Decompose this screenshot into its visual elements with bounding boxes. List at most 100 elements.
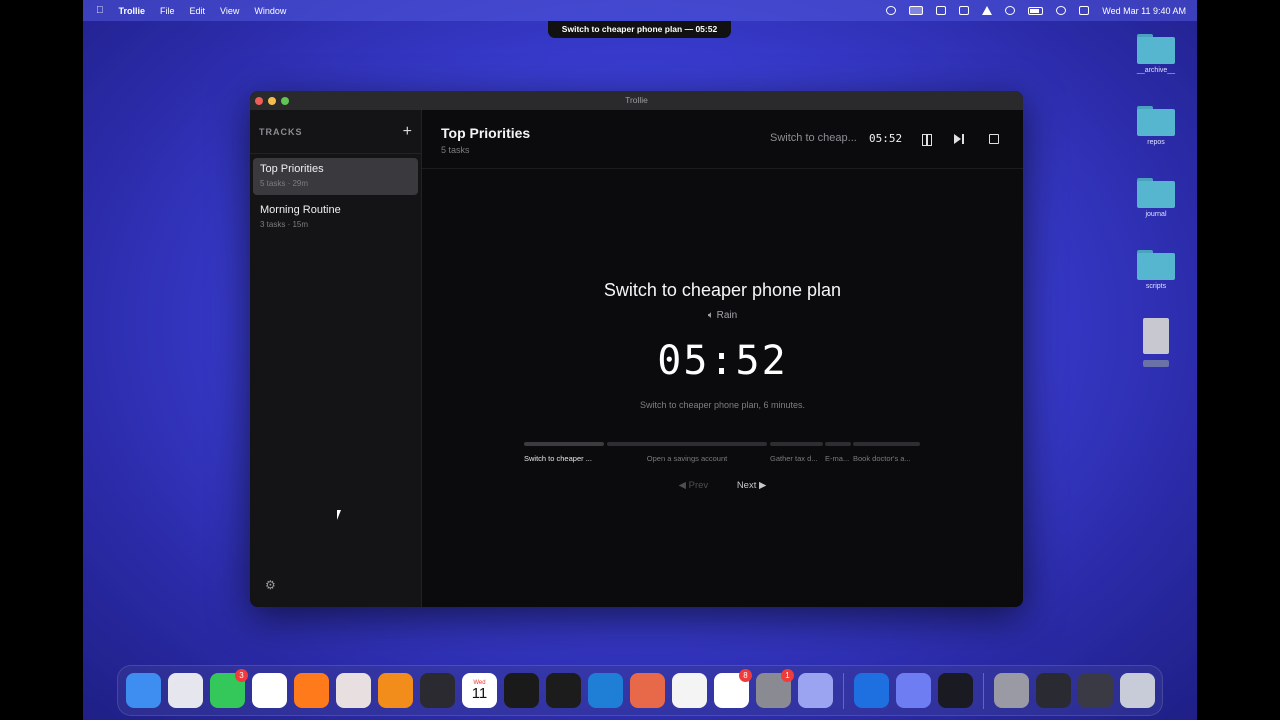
task-segment[interactable]: Book doctor's a... [853, 442, 920, 463]
reminders-icon[interactable]: 8 [714, 669, 752, 708]
window-thumb2-icon[interactable] [1078, 673, 1113, 708]
desktop:  Trollie File Edit View Window Wed Mar … [83, 0, 1197, 720]
add-track-button[interactable]: + [403, 123, 412, 140]
gear-icon[interactable]: ⚙ [265, 578, 276, 592]
ambient-sound[interactable]: 🔈︎ Rain [422, 310, 1023, 321]
document-icon [1143, 318, 1169, 354]
task-segment[interactable]: E-ma... [825, 442, 851, 463]
firefox-icon[interactable] [294, 673, 329, 708]
wifi-icon[interactable] [1005, 6, 1016, 15]
dock-separator [983, 672, 984, 709]
speaker-icon: 🔈︎ [707, 310, 714, 321]
menu-edit[interactable]: Edit [190, 6, 206, 16]
track-item-morning-routine[interactable]: Morning Routine 3 tasks · 15m [253, 199, 418, 236]
chrome-icon[interactable] [252, 673, 287, 708]
segment-label: Switch to cheaper ... [524, 454, 592, 463]
track-meta: 3 tasks · 15m [260, 220, 309, 229]
prev-label: Prev [688, 480, 709, 491]
battery-icon[interactable] [1028, 6, 1044, 15]
status-app-icon[interactable] [909, 6, 924, 15]
menu-app-name[interactable]: Trollie [119, 6, 146, 16]
trash-icon[interactable] [1120, 673, 1155, 708]
trollie-window: Trollie TRACKS + Top Priorities 5 tasks … [250, 91, 1023, 607]
task-segment[interactable]: Switch to cheaper ... [524, 442, 604, 463]
menu-bar:  Trollie File Edit View Window Wed Mar … [83, 0, 1197, 21]
segment-bar [853, 442, 920, 446]
simulator-icon[interactable] [798, 673, 833, 708]
screenshot-thumb-icon[interactable] [994, 673, 1029, 708]
task-navigation: ◀︎ Prev Next ▶︎ [422, 480, 1023, 491]
finder-icon[interactable] [126, 673, 161, 708]
launchpad-icon[interactable] [168, 673, 203, 708]
pause-icon[interactable] [919, 132, 933, 146]
messages-icon[interactable]: 3 [210, 669, 248, 708]
mouse-pointer-icon [337, 510, 345, 520]
skip-forward-icon[interactable] [952, 132, 966, 146]
menu-file[interactable]: File [160, 6, 175, 16]
desktop-folder-repos[interactable]: repos [1131, 106, 1181, 146]
track-title: Top Priorities [441, 125, 531, 141]
segment-label: Open a savings account [646, 454, 728, 463]
vlc-icon[interactable] [378, 673, 413, 708]
desktop-folder-journal[interactable]: journal [1131, 178, 1181, 218]
status-triangle-icon[interactable] [982, 6, 993, 15]
vscode-icon[interactable] [588, 673, 623, 708]
menu-window[interactable]: Window [254, 6, 286, 16]
desktop-folder-archive[interactable]: __archive__ [1131, 34, 1181, 74]
stop-icon[interactable] [987, 132, 1001, 146]
menu-clock[interactable]: Wed Mar 11 9:40 AM [1102, 6, 1186, 16]
window-title: Trollie [625, 95, 648, 105]
dock: 3 Wed 11 8 1 [117, 665, 1163, 716]
segment-label: Gather tax d... [770, 454, 818, 463]
chatgpt-icon[interactable] [672, 673, 707, 708]
task-progress-segments: Switch to cheaper ... Open a savings acc… [524, 442, 920, 472]
system-settings-icon[interactable]: 1 [756, 669, 794, 708]
desktop-document-selected[interactable] [1131, 318, 1181, 372]
pen-app-icon[interactable] [504, 673, 539, 708]
control-center-icon[interactable] [1079, 6, 1090, 15]
menu-view[interactable]: View [220, 6, 239, 16]
countdown-timer: 05:52 [657, 338, 788, 384]
track-meta: 5 tasks · 29m [260, 179, 309, 188]
quicktime-icon[interactable] [854, 673, 889, 708]
window-thumb-icon[interactable] [1036, 673, 1071, 708]
desktop-document-label [1143, 360, 1169, 367]
segment-bar [825, 442, 851, 446]
prev-button[interactable]: ◀︎ Prev [679, 480, 709, 491]
calendar-icon[interactable]: Wed 11 [462, 673, 497, 708]
app-dark-icon[interactable] [420, 673, 455, 708]
notification-badge: 8 [739, 669, 752, 682]
next-button[interactable]: Next ▶︎ [737, 480, 767, 491]
cube-app-icon[interactable] [546, 673, 581, 708]
apple-icon[interactable]:  [96, 5, 104, 16]
window-close-button[interactable] [255, 97, 263, 105]
track-item-top-priorities[interactable]: Top Priorities 5 tasks · 29m [253, 158, 418, 195]
obs-icon[interactable] [938, 673, 973, 708]
task-segment[interactable]: Gather tax d... [770, 442, 823, 463]
dropbox-icon[interactable] [936, 6, 947, 15]
status-sync-icon[interactable] [886, 6, 897, 15]
claude-icon[interactable] [630, 673, 665, 708]
desktop-folder-label: repos [1147, 139, 1165, 146]
current-task-title: Switch to cheaper phone plan [603, 280, 842, 300]
folder-icon [1137, 34, 1175, 64]
notification-badge: 3 [235, 669, 248, 682]
backup-icon[interactable] [896, 673, 931, 708]
segment-bar [524, 442, 604, 446]
calendar-day: 11 [471, 685, 488, 702]
tracks-sidebar: TRACKS + Top Priorities 5 tasks · 29m Mo… [250, 110, 422, 607]
desktop-folder-label: journal [1145, 211, 1167, 218]
folder-icon [1137, 250, 1175, 280]
window-zoom-button[interactable] [281, 97, 289, 105]
spotlight-search-icon[interactable] [1056, 6, 1067, 15]
sidebar-header: TRACKS + [250, 110, 421, 154]
window-minimize-button[interactable] [268, 97, 276, 105]
track-detail: Top Priorities 5 tasks Switch to cheap..… [422, 110, 1023, 607]
task-segment[interactable]: Open a savings account [607, 442, 767, 463]
track-name: Top Priorities [260, 163, 324, 175]
status-clipboard-icon[interactable] [959, 6, 970, 15]
track-task-count: 5 tasks [441, 145, 470, 155]
desktop-folder-scripts[interactable]: scripts [1131, 250, 1181, 290]
window-titlebar[interactable]: Trollie [250, 91, 1023, 110]
trollie-icon[interactable] [336, 673, 371, 708]
